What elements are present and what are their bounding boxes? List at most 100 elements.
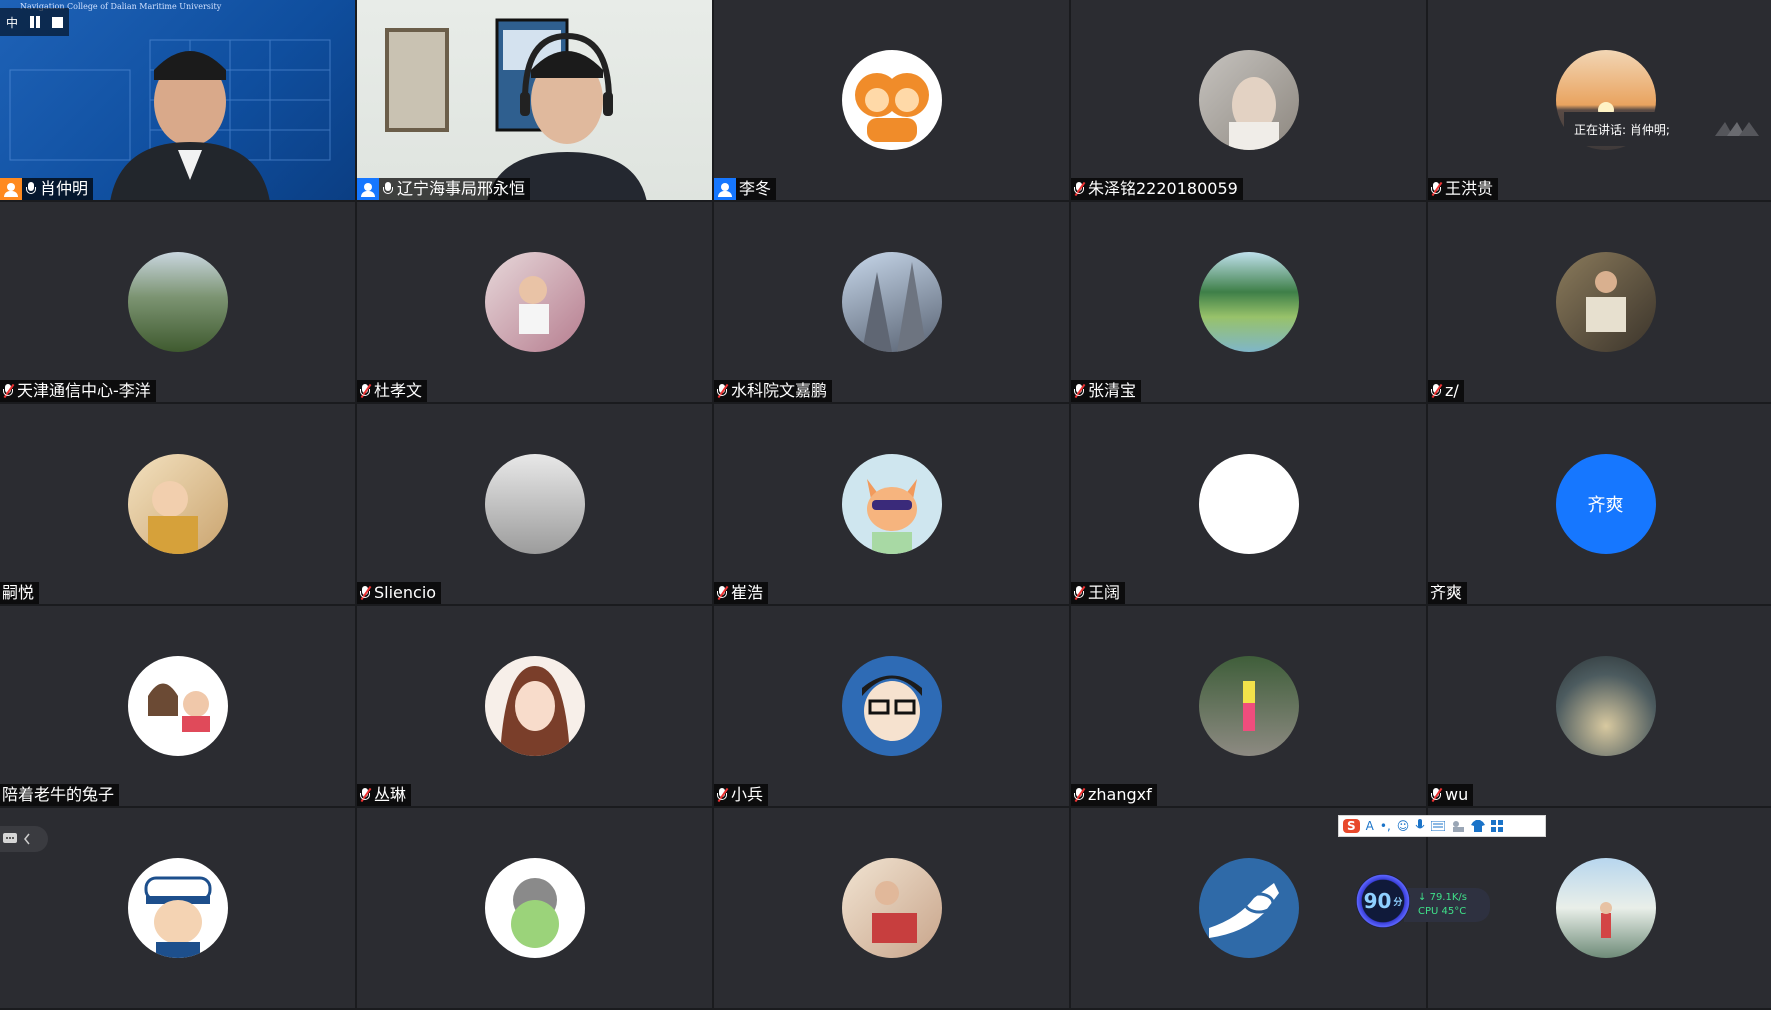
participant-nameplate: 张清宝 xyxy=(1071,380,1142,402)
participant-tile[interactable] xyxy=(357,808,714,1010)
participant-tile[interactable]: zhangxf xyxy=(1071,606,1428,808)
reader-avatar xyxy=(1555,252,1656,352)
sailor-avatar xyxy=(127,858,228,958)
participant-name: 杜孝文 xyxy=(374,381,423,400)
participant-tile[interactable]: 陪着老牛的兔子 xyxy=(0,606,357,808)
participant-tile[interactable] xyxy=(714,808,1071,1010)
participant-name: 张清宝 xyxy=(1088,381,1137,400)
active-speaker-popup: 正在讲话: 肖仲明; xyxy=(1564,112,1771,146)
host-icon xyxy=(0,178,22,200)
participant-nameplate: 水科院文嘉鹏 xyxy=(714,380,833,402)
performance-widget[interactable]: ↓ 79.1K/s CPU 45°C 90 分 xyxy=(1356,874,1492,928)
mic-muted-icon xyxy=(1430,384,1442,398)
participant-nameplate: zhangxf xyxy=(1071,784,1157,806)
photo-avatar xyxy=(1198,50,1299,150)
mic-icon xyxy=(382,182,394,196)
video-grid: Navigation College of Dalian Maritime Un… xyxy=(0,0,1771,1010)
participant-tile[interactable] xyxy=(0,808,357,1010)
participant-name: z/ xyxy=(1445,381,1459,400)
couple-avatar xyxy=(127,656,228,756)
mic-icon xyxy=(25,182,37,196)
chat-icon[interactable] xyxy=(3,833,17,845)
emoji-icon[interactable]: ☺ xyxy=(1397,819,1410,833)
baby-avatar xyxy=(127,454,228,554)
chevron-left-icon[interactable] xyxy=(23,833,31,845)
participant-tile[interactable]: Sliencio xyxy=(357,404,714,606)
participant-name: 天津通信中心-李洋 xyxy=(17,381,151,400)
performance-score[interactable]: 90 分 xyxy=(1356,874,1410,928)
participant-tile[interactable]: wu xyxy=(1428,606,1771,808)
ime-logo-icon[interactable]: S xyxy=(1343,819,1360,833)
score-value: 90 xyxy=(1363,889,1392,913)
participant-name: 王洪贵 xyxy=(1445,179,1494,198)
fox-avatar xyxy=(841,454,942,554)
mic-muted-icon xyxy=(359,788,371,802)
participant-nameplate: 李冬 xyxy=(714,178,777,200)
banner-prefix: 中 xyxy=(6,15,19,30)
participant-name: 丛琳 xyxy=(374,785,407,804)
participant-name: 崔浩 xyxy=(731,583,764,602)
participant-nameplate: Sliencio xyxy=(357,582,442,604)
participant-nameplate: z/ xyxy=(1428,380,1464,402)
active-speaker-label: 正在讲话: 肖仲明; xyxy=(1574,122,1670,137)
keyboard-icon[interactable] xyxy=(1431,821,1446,831)
skin-icon[interactable] xyxy=(1471,820,1486,832)
participant-name: wu xyxy=(1445,785,1469,804)
toolbox-icon[interactable] xyxy=(1451,820,1465,832)
participant-nameplate: 王洪贵 xyxy=(1428,178,1499,200)
participant-nameplate: 崔浩 xyxy=(714,582,769,604)
recording-controls: 中 xyxy=(0,8,70,36)
participant-nameplate: 朱泽铭2220180059 xyxy=(1071,178,1243,200)
mic-muted-icon xyxy=(1073,182,1085,196)
participant-name: 王阔 xyxy=(1088,583,1121,602)
participant-name: 朱泽铭2220180059 xyxy=(1088,179,1238,198)
network-stats: ↓ 79.1K/s CPU 45°C xyxy=(1404,888,1490,922)
chat-toggle[interactable] xyxy=(0,826,48,852)
participant-tile[interactable]: Navigation College of Dalian Maritime Un… xyxy=(0,0,357,202)
participant-nameplate: 杜孝文 xyxy=(357,380,428,402)
merlion-avatar xyxy=(1555,858,1656,958)
grid-menu-icon[interactable] xyxy=(1491,820,1504,832)
voice-icon[interactable] xyxy=(1415,819,1425,833)
mic-muted-icon xyxy=(1430,182,1442,196)
participant-name: 肖仲明 xyxy=(40,179,89,198)
participant-tile[interactable]: 水科院文嘉鹏 xyxy=(714,202,1071,404)
mic-muted-icon xyxy=(1073,384,1085,398)
participant-tile[interactable]: 嗣悦 xyxy=(0,404,357,606)
participant-tile[interactable]: 杜孝文 xyxy=(357,202,714,404)
participant-tile[interactable]: 张清宝 xyxy=(1071,202,1428,404)
participant-tile[interactable]: z/ xyxy=(1428,202,1771,404)
participant-tile[interactable]: 丛琳 xyxy=(357,606,714,808)
stop-icon[interactable] xyxy=(52,16,64,28)
participant-nameplate: wu xyxy=(1428,784,1474,806)
walker-avatar xyxy=(1198,656,1299,756)
participant-nameplate: 小兵 xyxy=(714,784,769,806)
participant-nameplate: 王阔 xyxy=(1071,582,1126,604)
pause-icon[interactable] xyxy=(28,16,42,28)
participant-name: zhangxf xyxy=(1088,785,1152,804)
mountain-avatar xyxy=(127,252,228,352)
punctuation-icon[interactable]: •, xyxy=(1380,819,1391,833)
participant-nameplate: 嗣悦 xyxy=(0,582,40,604)
participant-name: 齐爽 xyxy=(1430,583,1463,602)
mic-muted-icon xyxy=(359,586,371,600)
elephant-avatar xyxy=(1555,656,1656,756)
participant-tile[interactable]: 小兵 xyxy=(714,606,1071,808)
ime-toolbar[interactable]: S A •, ☺ xyxy=(1338,815,1546,837)
participant-tile[interactable]: 朱泽铭2220180059 xyxy=(1071,0,1428,202)
score-unit: 分 xyxy=(1393,897,1403,908)
ime-mode[interactable]: A xyxy=(1366,819,1374,833)
participant-tile[interactable]: 崔浩 xyxy=(714,404,1071,606)
participant-tile[interactable]: 李冬 xyxy=(714,0,1071,202)
participant-tile[interactable]: 天津通信中心-李洋 xyxy=(0,202,357,404)
mic-muted-icon xyxy=(716,384,728,398)
net-speed: 79.1K/s xyxy=(1429,892,1467,903)
participant-tile[interactable]: 王洪贵 xyxy=(1428,0,1771,202)
participant-tile[interactable]: 辽宁海事局邢永恒 xyxy=(357,0,714,202)
cathedral-avatar xyxy=(841,252,942,352)
participant-tile[interactable]: 王阔 xyxy=(1071,404,1428,606)
mic-muted-icon xyxy=(1073,788,1085,802)
participant-name: 陪着老牛的兔子 xyxy=(2,785,115,804)
participant-tile[interactable]: 齐爽 齐爽 xyxy=(1428,404,1771,606)
child-avatar xyxy=(484,252,585,352)
